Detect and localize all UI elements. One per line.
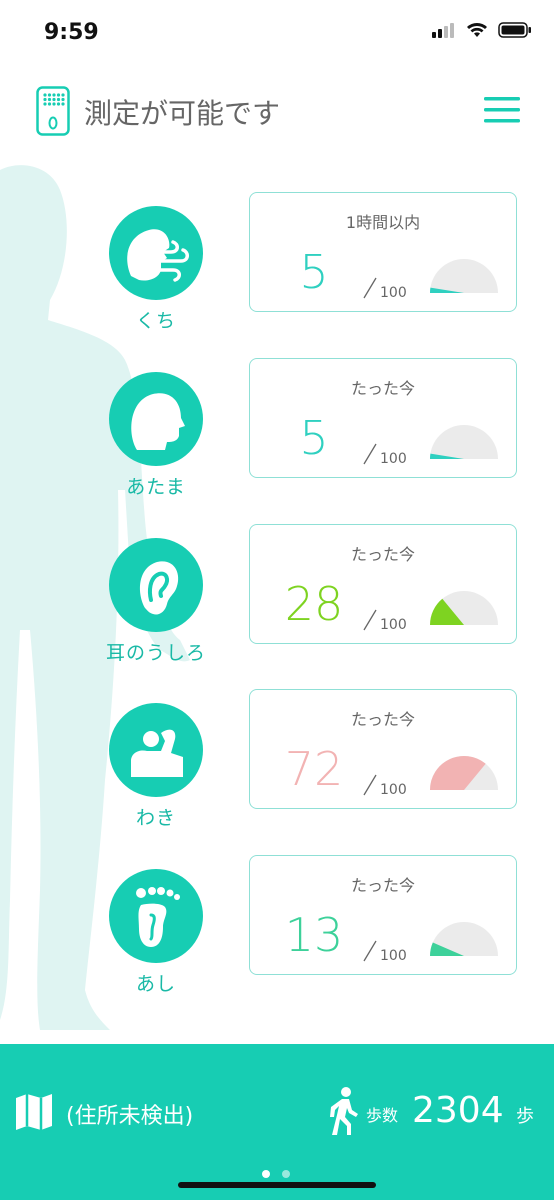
- reading-max: 100: [380, 451, 407, 467]
- body-part-button[interactable]: [109, 372, 203, 466]
- status-icons: [432, 22, 532, 38]
- body-part-button[interactable]: [109, 538, 203, 632]
- page-title: 測定が可能です: [84, 97, 281, 130]
- body-part-label: くち: [135, 310, 176, 332]
- steps-count: 2304: [412, 1090, 504, 1131]
- steps-unit: 歩: [516, 1106, 534, 1127]
- page-dot-1[interactable]: [262, 1170, 270, 1178]
- address-text[interactable]: (住所未検出): [66, 1098, 193, 1130]
- level-gauge: [430, 425, 498, 459]
- reading-row[interactable]: くち 1時間以内 5 100: [0, 192, 554, 332]
- reading-max: 100: [380, 617, 407, 633]
- gauge-track: [430, 259, 498, 293]
- map-icon[interactable]: [14, 1092, 54, 1132]
- slash-glyph: [363, 277, 377, 299]
- battery-icon: [498, 22, 531, 38]
- reading-time: たった今: [350, 379, 415, 398]
- steps-label: 歩数: [366, 1106, 399, 1125]
- reading-max: 100: [380, 782, 407, 798]
- header: 測定が可能です: [0, 80, 554, 142]
- ear-icon: [140, 561, 179, 615]
- page-dot-2[interactable]: [282, 1170, 290, 1178]
- slash-glyph: [363, 940, 377, 962]
- reading-max: 100: [380, 948, 407, 964]
- body-part-button[interactable]: [109, 869, 203, 963]
- body-part-button[interactable]: [109, 206, 203, 300]
- walking-person-icon: [330, 1087, 358, 1135]
- slash-glyph: [363, 443, 377, 465]
- body-part-label: わき: [135, 807, 176, 829]
- body-part-button[interactable]: [109, 703, 203, 797]
- slash-glyph: [363, 774, 377, 796]
- reading-card[interactable]: たった今 28 100: [249, 524, 517, 644]
- level-gauge: [430, 755, 498, 790]
- reading-time: たった今: [350, 710, 415, 729]
- reading-row[interactable]: あし たった今 13 100: [0, 855, 554, 995]
- body-part-label: あし: [135, 973, 176, 995]
- status-bar: 9:59: [0, 0, 554, 68]
- reading-value: 72: [284, 742, 344, 796]
- reading-time: たった今: [350, 876, 415, 895]
- foot-icon: [136, 887, 180, 947]
- reading-card[interactable]: 1時間以内 5 100: [249, 192, 517, 312]
- reading-max: 100: [380, 285, 407, 301]
- footer-bar: (住所未検出) 歩数 2304 歩: [0, 1044, 554, 1200]
- body-part-label: あたま: [126, 476, 186, 498]
- mouth-breath-icon: [127, 229, 189, 282]
- reading-time: たった今: [350, 545, 415, 564]
- level-gauge: [430, 591, 498, 625]
- level-gauge: [430, 259, 498, 293]
- reading-row[interactable]: 耳のうしろ たった今 28 100: [0, 524, 554, 664]
- level-gauge: [430, 922, 498, 956]
- reading-card[interactable]: たった今 13 100: [249, 855, 517, 975]
- head-icon: [131, 393, 185, 450]
- reading-time: 1時間以内: [345, 213, 421, 232]
- signal-icon: [432, 23, 454, 38]
- body-part-label: 耳のうしろ: [105, 642, 206, 664]
- gauge-track: [430, 425, 498, 459]
- reading-value: 13: [284, 908, 344, 962]
- slash-glyph: [363, 609, 377, 631]
- status-time: 9:59: [44, 20, 99, 45]
- page-indicator[interactable]: [262, 1170, 290, 1178]
- hamburger-menu-icon[interactable]: [484, 96, 520, 124]
- reading-value: 5: [299, 245, 329, 299]
- reading-value: 5: [299, 411, 329, 465]
- reading-card[interactable]: たった今 5 100: [249, 358, 517, 478]
- reading-row[interactable]: わき たった今 72 100: [0, 689, 554, 829]
- home-indicator[interactable]: [178, 1182, 376, 1188]
- reading-card[interactable]: たった今 72 100: [249, 689, 517, 809]
- reading-value: 28: [284, 577, 344, 631]
- reading-row[interactable]: あたま たった今 5 100: [0, 358, 554, 498]
- armpit-icon: [131, 729, 183, 777]
- wifi-icon: [467, 23, 487, 37]
- device-icon[interactable]: [36, 86, 70, 136]
